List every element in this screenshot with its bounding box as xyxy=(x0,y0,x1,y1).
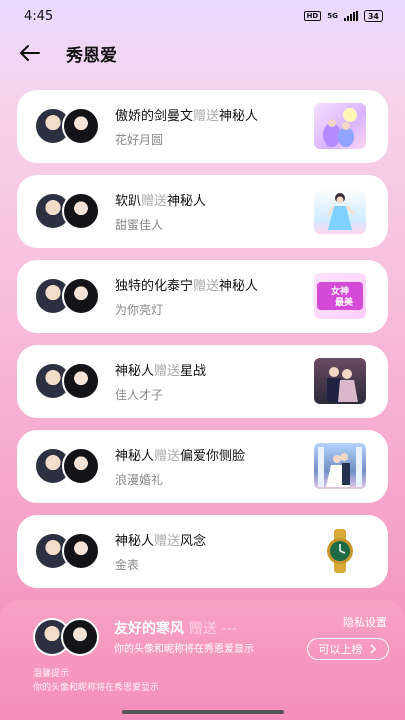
my-name: 友好的寒风 xyxy=(114,621,184,637)
my-gift-line: 友好的寒风 赠送 --- xyxy=(114,618,237,638)
display-notice: 你的头像和昵称将在秀恩爱显示 xyxy=(114,644,254,655)
sender-name: 独特的化泰宁 xyxy=(115,279,194,294)
list-item[interactable]: 傲娇的剑曼文赠送神秘人 花好月圆 xyxy=(17,90,388,163)
light-for-you-gift-icon: 女神 最美 xyxy=(314,273,366,319)
back-arrow-icon[interactable] xyxy=(20,41,44,65)
gift-verb: 赠送 xyxy=(141,194,168,209)
sender-name: 傲娇的剑曼文 xyxy=(115,109,194,124)
header: 秀恩爱 xyxy=(0,34,405,72)
battery-level: 34 xyxy=(367,11,379,21)
list-item[interactable]: 神秘人赠送风念 金表 xyxy=(17,515,388,588)
receiver-name: 风念 xyxy=(180,534,207,549)
couple-gift-icon xyxy=(314,358,366,404)
receiver-name: 星战 xyxy=(180,364,207,379)
couple-avatars xyxy=(34,191,100,232)
privacy-settings-link[interactable]: 隐私设置 xyxy=(343,614,387,630)
list-item[interactable]: 神秘人赠送星战 佳人才子 xyxy=(17,345,388,418)
flower-moon-gift-icon xyxy=(314,103,366,149)
receiver-name: 神秘人 xyxy=(219,109,259,124)
svg-text:女神: 女神 xyxy=(331,285,349,297)
avatar xyxy=(62,361,100,400)
wedding-gift-icon xyxy=(314,443,366,489)
gift-verb: 赠送 xyxy=(188,621,217,637)
signal-icon xyxy=(343,11,358,21)
avatar xyxy=(62,531,100,570)
svg-text:最美: 最美 xyxy=(335,296,354,308)
battery-icon: 34 xyxy=(363,10,383,22)
avatar xyxy=(62,106,100,145)
hd-icon: HD xyxy=(303,11,322,21)
couple-avatars xyxy=(34,361,100,402)
couple-avatars xyxy=(34,531,100,572)
gift-verb: 赠送 xyxy=(154,449,181,464)
page-title: 秀恩爱 xyxy=(66,45,117,66)
clock: 4:45 xyxy=(24,8,54,24)
chevron-right-icon xyxy=(369,644,376,654)
join-ranking-label: 可以上榜 xyxy=(318,643,363,656)
join-ranking-button[interactable]: 可以上榜 xyxy=(307,638,389,660)
tip-title: 温馨提示 xyxy=(33,669,70,679)
avatar xyxy=(62,446,100,485)
list-item[interactable]: 软趴赠送神秘人 甜蜜佳人 xyxy=(17,175,388,248)
sender-name: 神秘人 xyxy=(115,534,155,549)
receiver-placeholder: --- xyxy=(221,621,237,637)
couple-avatars xyxy=(34,276,100,317)
gift-verb: 赠送 xyxy=(154,534,181,549)
couple-avatars xyxy=(34,446,100,487)
sender-name: 软趴 xyxy=(115,194,142,209)
sender-name: 神秘人 xyxy=(115,449,155,464)
gift-verb: 赠送 xyxy=(154,364,181,379)
list-item[interactable]: 独特的化泰宁赠送神秘人 为你亮灯 女神 最美 xyxy=(17,260,388,333)
status-bar: 4:45 HD 5G 34 xyxy=(0,0,405,32)
avatar xyxy=(61,618,99,656)
gift-verb: 赠送 xyxy=(193,109,220,124)
sweet-beauty-gift-icon xyxy=(314,188,366,234)
list-item[interactable]: 神秘人赠送偏爱你侧脸 浪漫婚礼 xyxy=(17,430,388,503)
avatar xyxy=(62,276,100,315)
status-icons: HD 5G 34 xyxy=(303,10,383,22)
receiver-name: 神秘人 xyxy=(219,279,259,294)
receiver-name: 偏爱你侧脸 xyxy=(180,449,246,464)
couple-avatars xyxy=(34,106,100,147)
receiver-name: 神秘人 xyxy=(167,194,207,209)
home-indicator[interactable] xyxy=(122,710,284,714)
avatar xyxy=(62,191,100,230)
gold-watch-gift-icon xyxy=(314,528,366,574)
my-couple-avatars xyxy=(33,618,103,658)
network-type: 5G xyxy=(327,11,338,20)
tip-text: 你的头像和昵称将在秀恩爱显示 xyxy=(33,683,160,693)
gift-verb: 赠送 xyxy=(193,279,220,294)
sender-name: 神秘人 xyxy=(115,364,155,379)
gift-list: 傲娇的剑曼文赠送神秘人 花好月圆 软趴赠送神秘人 甜蜜佳人 独特的化泰宁赠送神秘… xyxy=(17,90,388,600)
my-show-panel: 友好的寒风 赠送 --- 你的头像和昵称将在秀恩爱显示 隐私设置 可以上榜 温馨… xyxy=(0,600,405,720)
